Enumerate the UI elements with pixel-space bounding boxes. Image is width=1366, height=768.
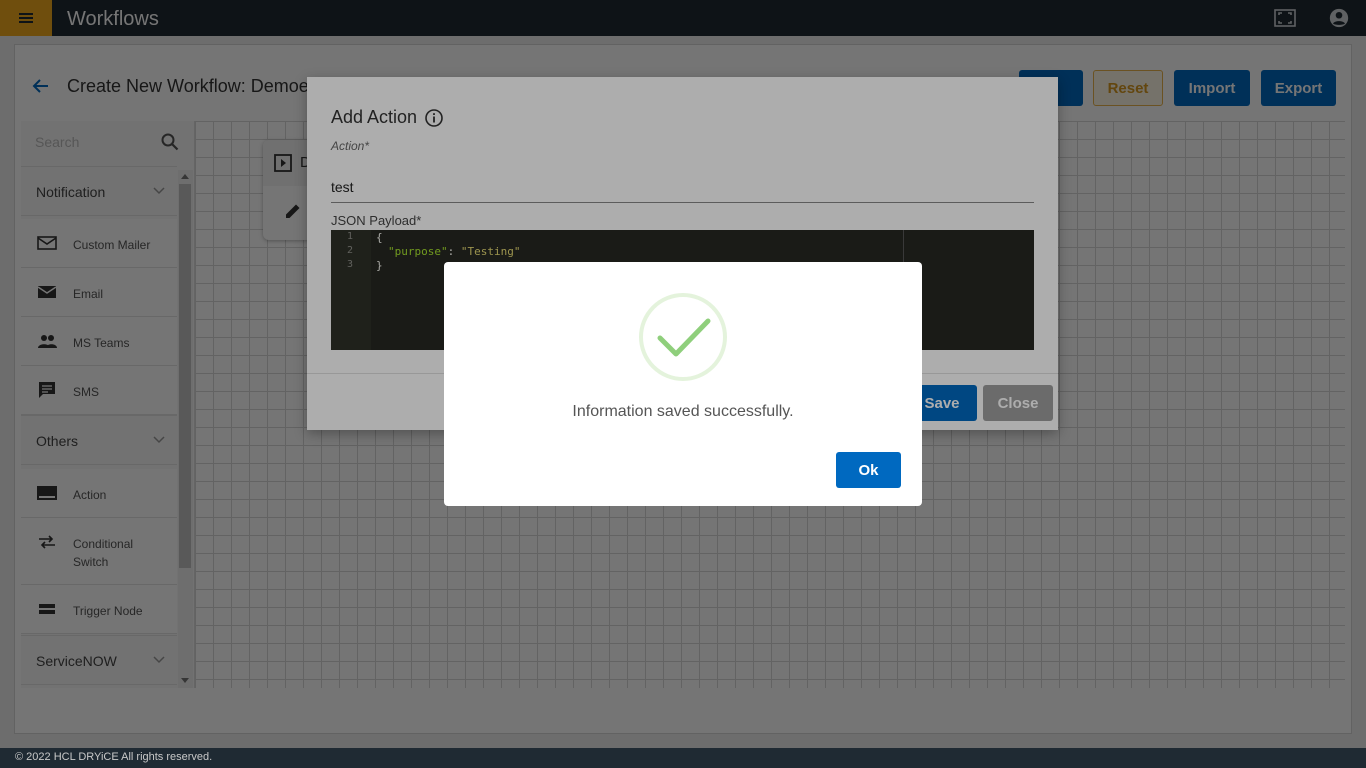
footer: © 2022 HCL DRYiCE All rights reserved. xyxy=(0,748,1366,768)
ok-button[interactable]: Ok xyxy=(836,452,901,488)
copyright-text: © 2022 HCL DRYiCE All rights reserved. xyxy=(15,751,213,763)
success-modal: Information saved successfully. Ok xyxy=(444,262,922,506)
checkmark-icon xyxy=(657,318,711,357)
success-message: Information saved successfully. xyxy=(572,403,794,420)
